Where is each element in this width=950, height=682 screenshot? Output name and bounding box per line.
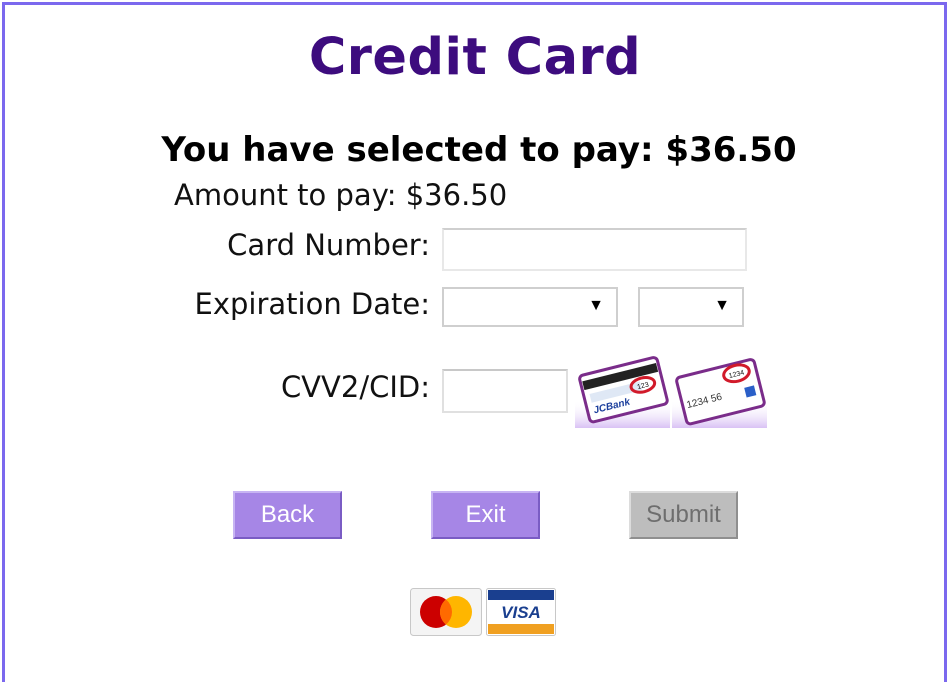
expiration-date-label: Expiration Date:	[194, 287, 431, 321]
page-frame	[2, 2, 947, 682]
card-number-label: Card Number:	[227, 228, 430, 262]
card-front-cid-icon: 1234 56 1234	[672, 358, 767, 428]
back-button[interactable]: Back	[233, 491, 342, 539]
dropdown-arrow-icon: ▼	[588, 297, 604, 314]
amount-to-pay: Amount to pay: $36.50	[174, 178, 508, 212]
dropdown-arrow-icon: ▼	[714, 297, 730, 314]
card-back-cvv-icon: JCBank 123	[575, 356, 670, 428]
payment-selection-text: You have selected to pay: $36.50	[161, 130, 797, 170]
mastercard-logo-icon	[410, 588, 482, 636]
submit-button[interactable]: Submit	[629, 491, 738, 539]
page-title: Credit Card	[308, 28, 642, 87]
cvv-input[interactable]	[442, 369, 568, 413]
exit-button[interactable]: Exit	[431, 491, 540, 539]
cvv-label: CVV2/CID:	[280, 370, 430, 404]
visa-label: VISA	[501, 603, 541, 622]
visa-logo-icon: VISA	[486, 588, 556, 636]
card-number-input[interactable]	[442, 228, 747, 271]
expiration-year-select[interactable]: ▼	[638, 287, 744, 327]
expiration-month-select[interactable]: ▼	[442, 287, 618, 327]
